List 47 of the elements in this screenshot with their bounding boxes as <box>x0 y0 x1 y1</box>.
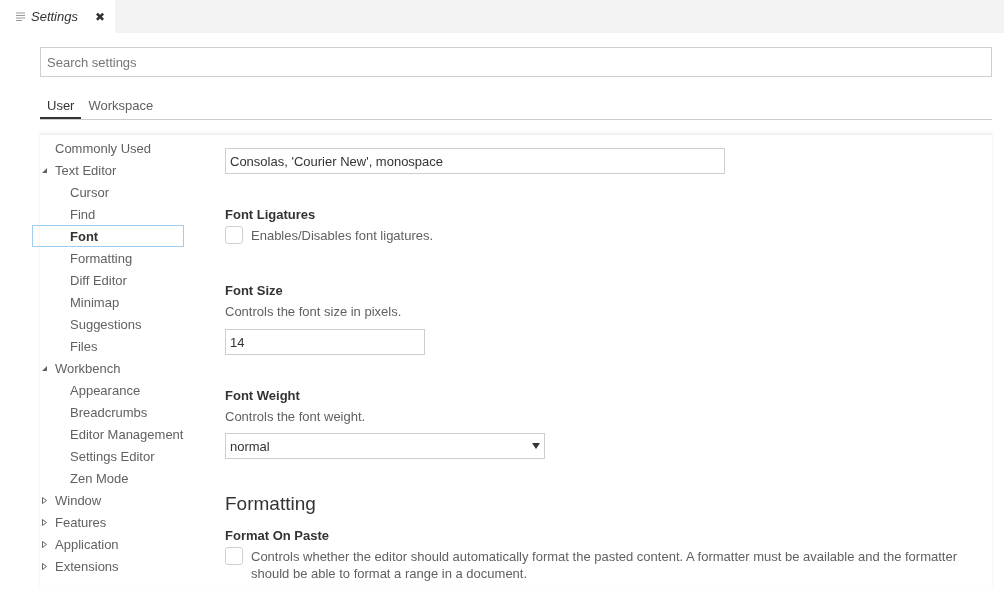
checkbox[interactable] <box>225 226 243 244</box>
setting-description: Controls the font weight. <box>225 408 367 425</box>
checkbox[interactable] <box>225 547 243 565</box>
toc-item[interactable]: Features <box>32 511 184 533</box>
search-field[interactable]: Search settings <box>40 47 992 77</box>
collapsed-arrow-icon[interactable] <box>41 540 48 548</box>
font-weight-dropdown[interactable]: normal <box>225 433 545 459</box>
settings-tab[interactable]: Settings ✖ <box>0 0 115 33</box>
toc-item[interactable]: Text Editor <box>32 159 184 181</box>
toc-item[interactable]: Workbench <box>32 357 184 379</box>
font-family-field[interactable]: Consolas, 'Courier New', monospace <box>225 148 725 174</box>
toc-item[interactable]: Suggestions <box>32 313 184 335</box>
font-size-field[interactable]: 14 <box>225 329 425 355</box>
toc-item[interactable]: Application <box>32 533 184 555</box>
setting-title: Font Size <box>225 281 284 300</box>
setting-title: Format On Paste <box>225 526 331 545</box>
setting-description: Enables/Disables font ligatures. <box>251 227 434 244</box>
toc-item[interactable]: Zen Mode <box>32 467 184 489</box>
lines-icon <box>16 12 25 21</box>
collapsed-arrow-icon[interactable] <box>41 496 48 504</box>
toc-item[interactable]: Files <box>32 335 184 357</box>
section-heading: Formatting <box>225 493 317 515</box>
collapsed-arrow-icon[interactable] <box>41 518 48 526</box>
toc-item[interactable]: Extensions <box>32 555 184 577</box>
toc-item[interactable]: Diff Editor <box>32 269 184 291</box>
caret-icon <box>532 443 540 449</box>
toc-item[interactable]: Settings Editor <box>32 445 184 467</box>
expanded-arrow-icon[interactable] <box>41 364 48 372</box>
close-button[interactable]: ✖ <box>93 9 107 24</box>
toc-item[interactable]: Font <box>32 225 184 247</box>
toc-item[interactable]: Appearance <box>32 379 184 401</box>
toc-item[interactable]: Minimap <box>32 291 184 313</box>
setting-description: Controls whether the editor should automatically format the pasted content. A formatter must be available and the formatter should be able to format a range in a document. <box>251 548 958 582</box>
collapsed-arrow-icon[interactable] <box>41 562 48 570</box>
expanded-arrow-icon[interactable] <box>41 166 48 174</box>
setting-title: Font Ligatures <box>225 205 317 224</box>
toc-item[interactable]: Editor Management <box>32 423 184 445</box>
scope-tab[interactable]: Workspace <box>81 93 161 119</box>
toc-item[interactable]: Breadcrumbs <box>32 401 184 423</box>
scope-tab[interactable]: User <box>40 93 82 119</box>
setting-title: Font Weight <box>225 386 301 405</box>
setting-description: Controls the font size in pixels. <box>225 303 403 320</box>
toc-item[interactable]: Find <box>32 203 184 225</box>
toc-item[interactable]: Formatting <box>32 247 184 269</box>
toc-item[interactable]: Commonly Used <box>32 137 184 159</box>
toc-item[interactable]: Window <box>32 489 184 511</box>
toc-item[interactable]: Cursor <box>32 181 184 203</box>
